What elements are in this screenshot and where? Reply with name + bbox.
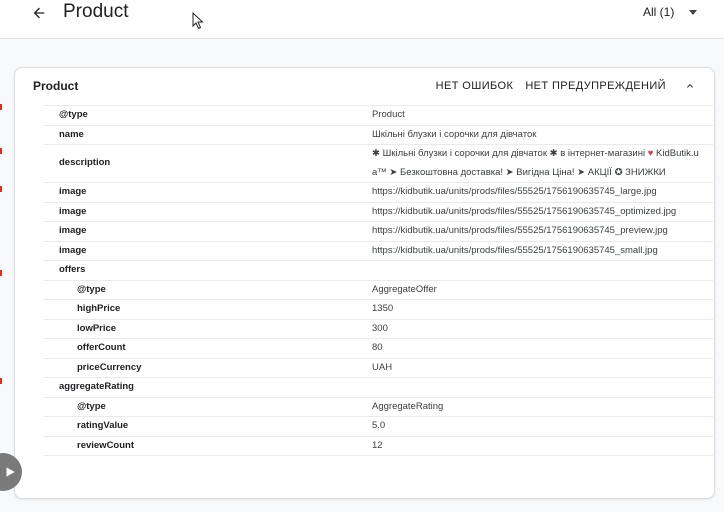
filter-label: All (1) bbox=[643, 5, 675, 19]
edge-marker bbox=[0, 270, 2, 276]
table-row: ratingValue 5.0 bbox=[44, 416, 713, 436]
property-value: 12 bbox=[372, 439, 383, 451]
table-row: offerCount 80 bbox=[44, 338, 713, 358]
play-icon bbox=[6, 467, 15, 477]
property-key: offerCount bbox=[77, 342, 126, 353]
back-button[interactable] bbox=[28, 2, 50, 24]
property-key: reviewCount bbox=[77, 439, 135, 451]
property-value: Product bbox=[372, 109, 405, 120]
properties-table: @type Product name Шкільні блузки і соро… bbox=[44, 105, 713, 456]
property-value: 1350 bbox=[372, 303, 394, 314]
property-value: 300 bbox=[372, 322, 388, 334]
property-key: name bbox=[59, 128, 84, 140]
property-key: lowPrice bbox=[77, 322, 117, 334]
property-key: description bbox=[59, 157, 111, 169]
property-value: Шкільні блузки і сорочки для дівчаток bbox=[372, 128, 537, 140]
table-row: offers bbox=[44, 260, 713, 280]
property-value: 80 bbox=[372, 342, 383, 353]
property-value: UAH bbox=[372, 361, 393, 373]
property-value: ✱ Шкільні блузки і сорочки для дівчаток … bbox=[372, 145, 713, 182]
table-row: highPrice 1350 bbox=[44, 299, 713, 319]
table-row: @type AggregateOffer bbox=[44, 279, 713, 300]
filter-dropdown[interactable]: All (1) bbox=[633, 2, 703, 22]
property-value: https://kidbutik.ua/units/prods/files/55… bbox=[372, 186, 657, 197]
edge-marker bbox=[0, 148, 2, 154]
table-row: description ✱ Шкільні блузки і сорочки д… bbox=[44, 144, 713, 182]
property-value: https://kidbutik.ua/units/prods/files/55… bbox=[372, 205, 677, 217]
property-key: aggregateRating bbox=[59, 381, 134, 392]
table-row: @type Product bbox=[44, 105, 713, 125]
top-bar: Product All (1) bbox=[0, 0, 724, 39]
property-value: 5.0 bbox=[372, 420, 386, 431]
table-row: image https://kidbutik.ua/units/prods/fi… bbox=[44, 240, 713, 261]
property-value: https://kidbutik.ua/units/prods/files/55… bbox=[372, 244, 658, 256]
edge-marker bbox=[0, 186, 2, 192]
description-text-start: ✱ Шкільні блузки і сорочки для дівчаток … bbox=[372, 148, 646, 159]
card-actions: НЕТ ОШИБОК НЕТ ПРЕДУПРЕЖДЕНИЙ bbox=[424, 79, 698, 93]
property-key: @type bbox=[59, 109, 88, 120]
property-key: image bbox=[59, 186, 87, 197]
no-warnings-filter[interactable]: НЕТ ПРЕДУПРЕЖДЕНИЙ bbox=[525, 80, 666, 92]
property-value: AggregateRating bbox=[372, 400, 444, 412]
table-row: image https://kidbutik.ua/units/prods/fi… bbox=[44, 201, 713, 222]
table-row: image https://kidbutik.ua/units/prods/fi… bbox=[44, 221, 713, 241]
no-errors-filter[interactable]: НЕТ ОШИБОК bbox=[436, 80, 514, 92]
property-key: image bbox=[59, 225, 87, 236]
mouse-cursor-icon bbox=[192, 12, 204, 30]
property-key: offers bbox=[59, 264, 86, 275]
card-title: Product bbox=[33, 79, 79, 93]
page-title: Product bbox=[63, 1, 129, 22]
property-key: image bbox=[59, 205, 87, 217]
table-row: lowPrice 300 bbox=[44, 318, 713, 339]
table-row: priceCurrency UAH bbox=[44, 357, 713, 378]
table-row: name Шкільні блузки і сорочки для дівчат… bbox=[44, 124, 713, 145]
arrow-back-icon bbox=[33, 7, 45, 19]
edge-marker bbox=[0, 104, 2, 110]
property-value: https://kidbutik.ua/units/prods/files/55… bbox=[372, 225, 668, 236]
property-value: AggregateOffer bbox=[372, 283, 437, 295]
table-row: aggregateRating bbox=[44, 377, 713, 397]
structured-data-card: Product НЕТ ОШИБОК НЕТ ПРЕДУПРЕЖДЕНИЙ @t… bbox=[14, 67, 715, 499]
property-key: image bbox=[59, 244, 87, 256]
table-row: reviewCount 12 bbox=[44, 435, 713, 456]
property-key: @type bbox=[77, 400, 106, 412]
table-row: @type AggregateRating bbox=[44, 396, 713, 417]
table-row: image https://kidbutik.ua/units/prods/fi… bbox=[44, 182, 713, 202]
chevron-down-icon bbox=[689, 10, 697, 15]
property-key: @type bbox=[77, 283, 106, 295]
property-key: priceCurrency bbox=[77, 361, 142, 373]
property-key: ratingValue bbox=[77, 420, 129, 431]
edge-marker bbox=[0, 378, 2, 384]
collapse-button[interactable] bbox=[682, 79, 698, 93]
property-key: highPrice bbox=[77, 303, 121, 314]
chevron-up-icon bbox=[687, 84, 693, 88]
